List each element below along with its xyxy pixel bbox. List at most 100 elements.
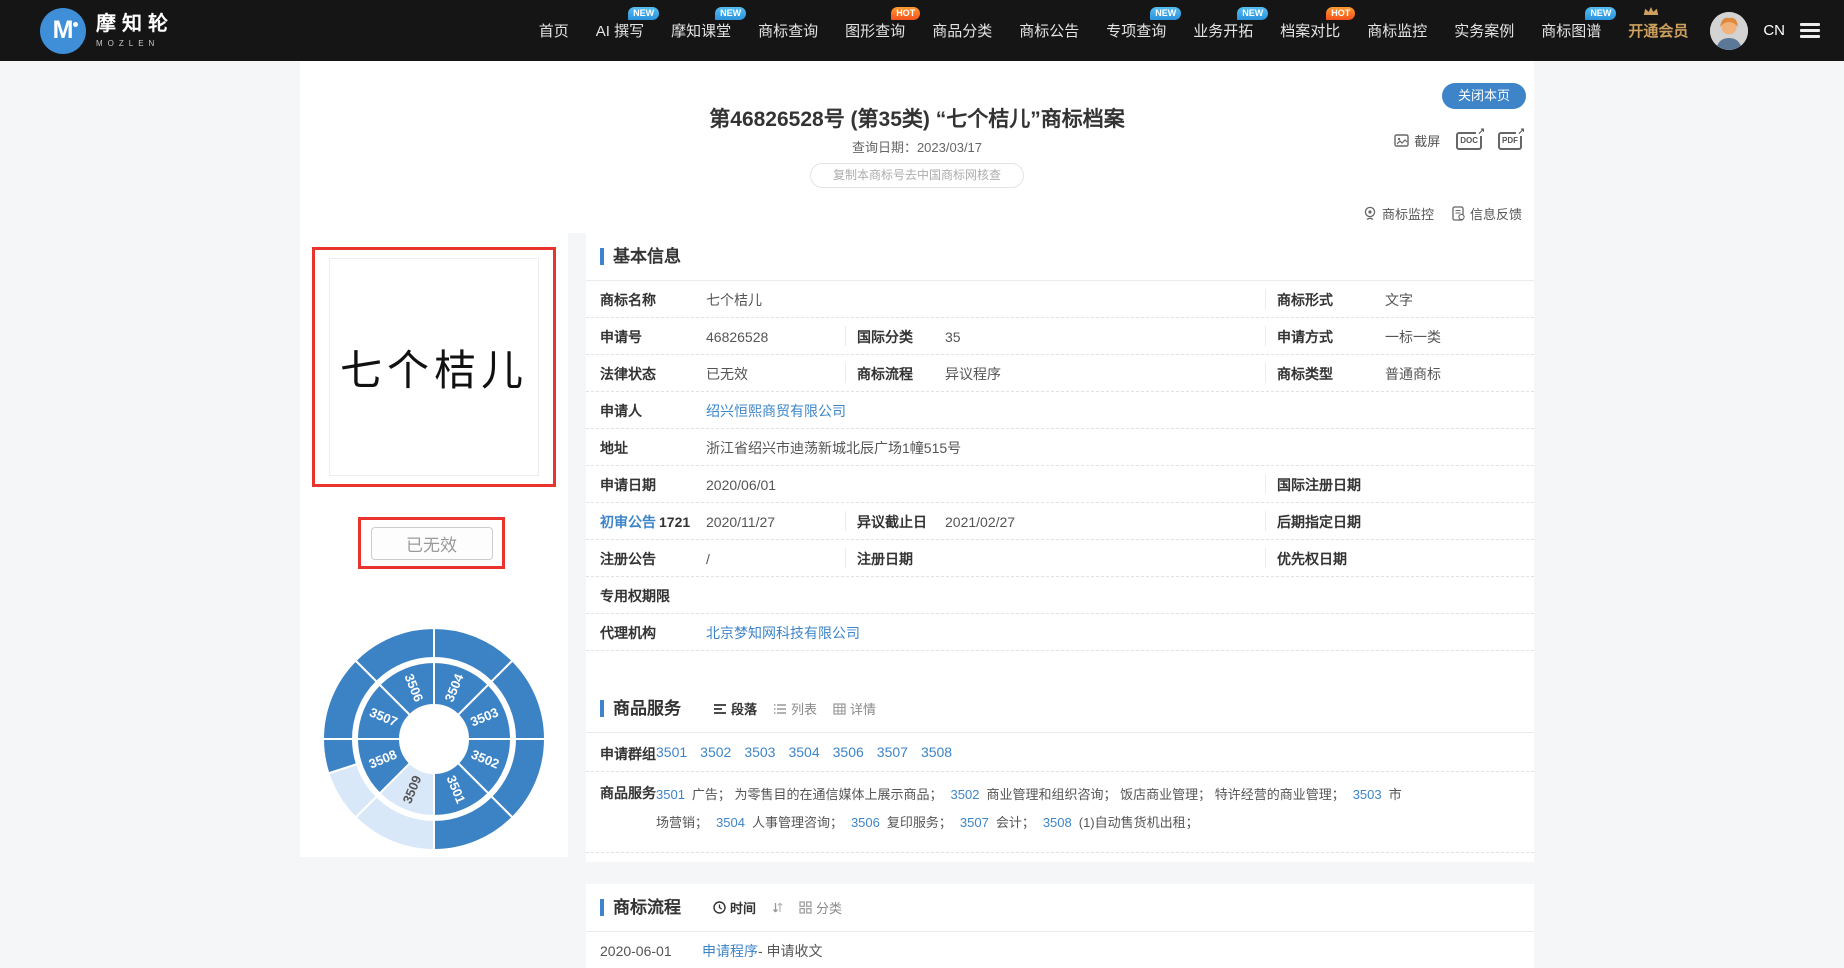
group-code-link[interactable]: 3503 (744, 744, 775, 760)
info-cell: 商标名称七个桔儿 (600, 281, 762, 318)
trademark-monitor-link[interactable]: 商标监控 (1363, 204, 1434, 223)
info-label: 商标流程 (857, 364, 945, 384)
sort-direction-button[interactable] (772, 901, 783, 914)
view-time[interactable]: 时间 (713, 898, 756, 917)
info-value: 35 (945, 329, 961, 345)
info-cell: 申请号46826528 (600, 318, 768, 355)
screenshot-button[interactable]: 截屏 (1394, 131, 1440, 150)
nav-item-5[interactable]: 图形查询HOT (845, 20, 905, 41)
nav-item-6[interactable]: 商品分类 (932, 20, 992, 41)
language-switch[interactable]: CN (1763, 22, 1785, 39)
info-value: 2020/11/27 (706, 514, 775, 530)
info-label: 申请方式 (1277, 327, 1385, 347)
nav-item-13[interactable]: 商标图谱NEW (1541, 20, 1601, 41)
view-list[interactable]: 列表 (773, 699, 817, 718)
flow-view-switch: 时间 分类 (713, 898, 842, 917)
info-cell: 专用权期限 (600, 577, 706, 614)
info-value: 浙江省绍兴市迪荡新城北辰广场1幢515号 (706, 438, 961, 458)
hot-badge: HOT (1326, 7, 1355, 20)
info-cell: 申请方式一标一类 (1277, 318, 1441, 355)
info-value-link[interactable]: 绍兴恒熙商贸有限公司 (706, 401, 846, 421)
info-row: 代理机构北京梦知网科技有限公司 (586, 614, 1534, 651)
nav-item-2[interactable]: AI 撰写NEW (596, 20, 644, 41)
info-value: 普通商标 (1385, 364, 1441, 384)
view-detail[interactable]: 详情 (833, 699, 876, 718)
crown-icon (1642, 5, 1660, 17)
nav-right: CN (1710, 12, 1820, 50)
info-label: 商标类型 (1277, 364, 1385, 384)
nav-item-14[interactable]: 开通会员 (1628, 20, 1688, 41)
feedback-link[interactable]: 信息反馈 (1452, 204, 1522, 223)
donut-chart: 35043503350235013509350835073506 (322, 627, 546, 851)
info-label: 后期指定日期 (1277, 512, 1385, 532)
view-category[interactable]: 分类 (799, 898, 842, 917)
info-label: 注册日期 (857, 549, 945, 569)
goods-view-switch: 段落 列表 详情 (713, 699, 876, 718)
group-code-link[interactable]: 3501 (656, 744, 687, 760)
service-code-link[interactable]: 3507 (960, 815, 989, 830)
basic-info-header: 基本信息 (586, 233, 1534, 281)
info-row: 专用权期限 (586, 577, 1534, 614)
info-cell: 代理机构北京梦知网科技有限公司 (600, 614, 860, 651)
nav-item-3[interactable]: 摩知课堂NEW (671, 20, 731, 41)
service-code-link[interactable]: 3504 (716, 815, 745, 830)
info-value: 46826528 (706, 329, 768, 345)
info-value: 七个桔儿 (706, 290, 762, 310)
service-text: 商业管理和组织咨询； 饭店商业管理； 特许经营的商业管理； (986, 787, 1344, 802)
flow-entries: 2020-06-01申请程序 - 申请收文 (586, 932, 1534, 968)
info-cell: 异议截止日2021/02/27 (857, 503, 1015, 540)
secondary-toolbar: 商标监控 信息反馈 (1363, 204, 1522, 223)
flow-stage-link[interactable]: 申请程序 (702, 941, 758, 961)
info-cell: 注册公告/ (600, 540, 710, 577)
nav-item-9[interactable]: 业务开拓NEW (1193, 20, 1253, 41)
info-label: 法律状态 (600, 364, 706, 384)
sort-arrows-icon (772, 901, 783, 914)
gazette-link[interactable]: 初审公告 (600, 514, 656, 530)
nav-item-8[interactable]: 专项查询NEW (1106, 20, 1166, 41)
category-grid-icon (799, 901, 812, 914)
info-value-link[interactable]: 北京梦知网科技有限公司 (706, 623, 860, 643)
user-avatar[interactable] (1710, 12, 1748, 50)
info-cell: 地址浙江省绍兴市迪荡新城北辰广场1幢515号 (600, 429, 961, 466)
info-row: 商标名称七个桔儿商标形式文字 (586, 281, 1534, 318)
detail-panel: 基本信息 商标名称七个桔儿商标形式文字申请号46826528国际分类35申请方式… (586, 233, 1534, 862)
group-code-link[interactable]: 3507 (877, 744, 908, 760)
menu-hamburger-icon[interactable] (1800, 23, 1820, 38)
trademark-image-highlight-box: 七个桔儿 (312, 247, 556, 487)
view-paragraph[interactable]: 段落 (713, 699, 757, 718)
service-code-link[interactable]: 3502 (951, 787, 980, 802)
new-badge: NEW (715, 7, 746, 20)
column-divider (1265, 511, 1266, 531)
group-code-link[interactable]: 3506 (833, 744, 864, 760)
trademark-image[interactable]: 七个桔儿 (329, 258, 539, 476)
brand-subname: MOZLEN (96, 39, 174, 48)
info-label: 申请号 (600, 327, 706, 347)
page: M 摩知轮 MOZLEN 首页 AI 撰写NEW 摩知课堂NEW 商标查询 图形查询HO… (0, 0, 1844, 968)
nav-item-4[interactable]: 商标查询 (758, 20, 818, 41)
nav-item-11[interactable]: 商标监控 (1367, 20, 1427, 41)
export-pdf-button[interactable]: PDF (1498, 132, 1522, 150)
service-code-link[interactable]: 3506 (851, 815, 880, 830)
nav-item-10[interactable]: 档案对比HOT (1280, 20, 1340, 41)
service-code-link[interactable]: 3508 (1043, 815, 1072, 830)
group-code-link[interactable]: 3504 (788, 744, 819, 760)
paragraph-icon (713, 703, 727, 715)
service-code-link[interactable]: 3501 (656, 787, 685, 802)
info-label: 异议截止日 (857, 512, 945, 532)
group-code-link[interactable]: 3502 (700, 744, 731, 760)
group-code-link[interactable]: 3508 (921, 744, 952, 760)
nav-item-1[interactable]: 首页 (539, 20, 569, 41)
export-doc-button[interactable]: DOC (1456, 132, 1482, 150)
info-label: 申请日期 (600, 475, 706, 495)
nav-item-7[interactable]: 商标公告 (1019, 20, 1079, 41)
nav-item-12[interactable]: 实务案例 (1454, 20, 1514, 41)
info-label: 优先权日期 (1277, 549, 1385, 569)
copy-trademark-number-button[interactable]: 复制本商标号去中国商标网核查 (810, 163, 1024, 188)
flow-date: 2020-06-01 (600, 943, 702, 959)
info-label: 初审公告1721 (600, 512, 706, 532)
info-cell: 申请人绍兴恒熙商贸有限公司 (600, 392, 846, 429)
new-badge: NEW (1150, 7, 1181, 20)
service-code-link[interactable]: 3503 (1353, 787, 1382, 802)
brand-logo[interactable]: M 摩知轮 MOZLEN (40, 8, 174, 54)
service-text: 会计； (996, 815, 1035, 830)
